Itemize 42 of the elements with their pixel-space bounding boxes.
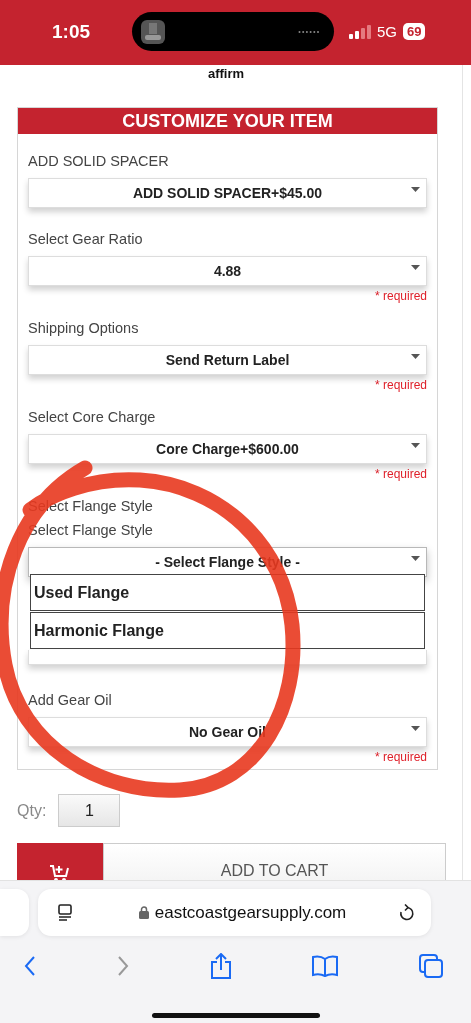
url-text: eastcoastgearsupply.com <box>154 902 347 923</box>
select-dropdown[interactable] <box>28 650 427 665</box>
caret-icon <box>411 187 420 192</box>
required-note: * required <box>374 288 427 304</box>
field-label: Shipping Options <box>28 319 139 337</box>
tabs-icon[interactable] <box>419 954 443 978</box>
dropdown-option[interactable]: Harmonic Flange <box>30 612 425 649</box>
reload-icon[interactable] <box>397 903 415 922</box>
dropdown-option[interactable]: Used Flange <box>30 574 425 611</box>
address-bar[interactable]: eastcoastgearsupply.com <box>38 889 431 936</box>
add-to-cart-button[interactable]: ADD TO CART <box>103 843 446 880</box>
field-label: Select Gear Ratio <box>28 230 143 248</box>
dots-icon <box>298 29 320 34</box>
caret-icon <box>411 726 420 731</box>
required-note: * required <box>374 377 427 393</box>
qty-field[interactable]: 1 <box>58 794 121 827</box>
field-label: ADD SOLID SPACER <box>28 152 169 170</box>
select-dropdown[interactable]: ADD SOLID SPACER+$45.00 <box>28 178 427 208</box>
caret-icon <box>411 354 420 359</box>
back-icon[interactable] <box>24 955 36 977</box>
clock-time: 1:05 <box>52 20 92 43</box>
required-note: * required <box>374 749 427 765</box>
affirm-logo: affirm <box>206 66 246 83</box>
forward-icon[interactable] <box>116 955 129 977</box>
select-dropdown[interactable]: Core Charge+$600.00 <box>28 434 427 464</box>
panel-header: CUSTOMIZE YOUR ITEM <box>18 108 437 134</box>
network-label: 5G <box>377 23 397 40</box>
select-dropdown[interactable]: Send Return Label <box>28 345 427 375</box>
reader-icon[interactable] <box>56 903 74 922</box>
battery-level: 69 <box>403 23 426 40</box>
app-icon <box>140 18 166 45</box>
field-label: Select Core Charge <box>28 408 156 426</box>
share-icon[interactable] <box>209 953 232 979</box>
required-note: * required <box>374 466 427 482</box>
lock-icon <box>138 906 149 919</box>
caret-icon <box>411 443 420 448</box>
signal-icon <box>349 24 371 39</box>
caret-icon <box>411 265 420 270</box>
bookmarks-icon[interactable] <box>312 955 339 977</box>
field-label: Add Gear Oil <box>28 691 112 709</box>
select-dropdown[interactable]: 4.88 <box>28 256 427 286</box>
qty-label: Qty: <box>17 801 47 820</box>
